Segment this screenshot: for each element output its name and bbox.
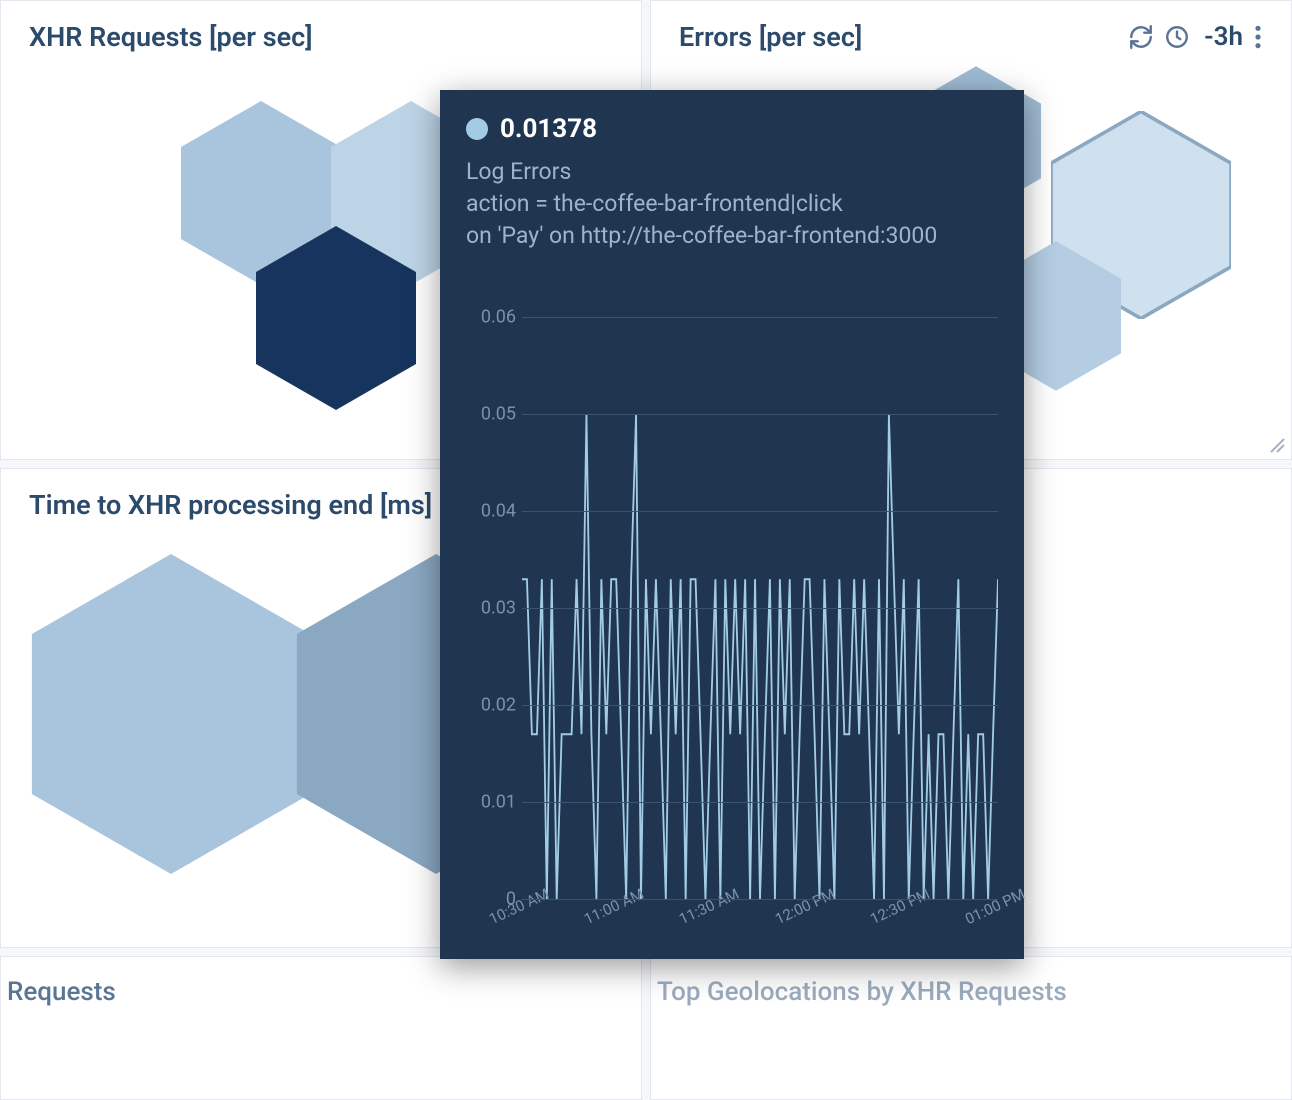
hex-cell[interactable]	[31, 554, 311, 874]
panel-requests: Requests	[0, 956, 642, 1100]
more-vertical-icon[interactable]	[1253, 24, 1263, 50]
hex-cell[interactable]	[256, 226, 416, 410]
panel-top-geolocations: Top Geolocations by XHR Requests	[650, 956, 1292, 1100]
panel-title-requests: Requests	[3, 957, 641, 1007]
grid-line	[522, 802, 998, 803]
grid-line	[522, 899, 998, 900]
y-tick-label: 0.02	[466, 694, 516, 715]
panel-toolbar: -3h	[1128, 22, 1263, 52]
legend-dot-icon	[466, 118, 488, 140]
y-tick-label: 0.01	[466, 791, 516, 812]
tooltip-chart[interactable]: 10:30 AM11:00 AM11:30 AM12:00 PM12:30 PM…	[466, 269, 998, 929]
grid-line	[522, 608, 998, 609]
clock-icon[interactable]	[1164, 24, 1190, 50]
panel-title-xhr: XHR Requests [per sec]	[29, 21, 313, 53]
time-range-label[interactable]: -3h	[1204, 22, 1243, 52]
tooltip-value: 0.01378	[500, 114, 597, 144]
tooltip-detail-line: action = the-coffee-bar-frontend|click	[466, 188, 998, 220]
grid-line	[522, 414, 998, 415]
panel-title-errors: Errors [per sec]	[679, 21, 862, 53]
y-tick-label: 0	[466, 888, 516, 909]
grid-line	[522, 705, 998, 706]
tooltip-meta: Log Errors action = the-coffee-bar-front…	[466, 156, 998, 253]
resize-handle-icon[interactable]	[1267, 435, 1285, 453]
y-tick-label: 0.05	[466, 403, 516, 424]
panel-title-top-geo: Top Geolocations by XHR Requests	[653, 957, 1291, 1007]
grid-line	[522, 317, 998, 318]
tooltip-detail-line: on 'Pay' on http://the-coffee-bar-fronte…	[466, 220, 998, 252]
y-tick-label: 0.06	[466, 307, 516, 328]
grid-line	[522, 511, 998, 512]
refresh-icon[interactable]	[1128, 24, 1154, 50]
tooltip-series-name: Log Errors	[466, 156, 998, 188]
panel-title-time-to-xhr: Time to XHR processing end [ms] (avg)	[29, 489, 501, 521]
y-tick-label: 0.04	[466, 500, 516, 521]
chart-tooltip: 0.01378 Log Errors action = the-coffee-b…	[440, 90, 1024, 959]
y-tick-label: 0.03	[466, 597, 516, 618]
